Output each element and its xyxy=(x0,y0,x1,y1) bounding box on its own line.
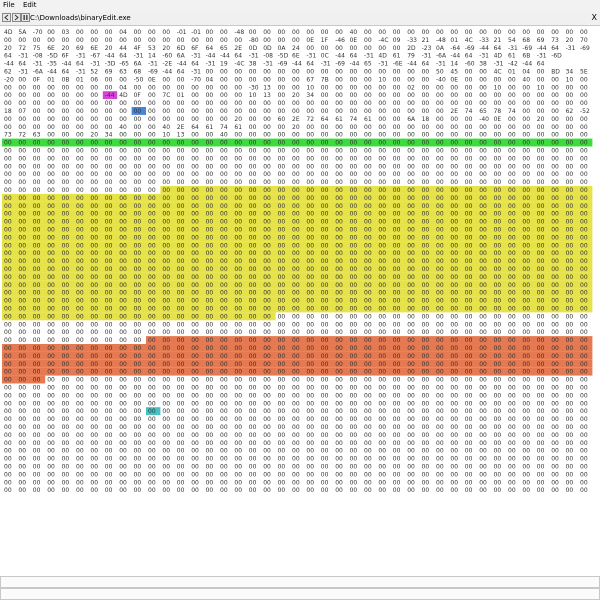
menu-bar: File Edit xyxy=(0,0,600,11)
back-icon[interactable] xyxy=(2,13,11,22)
hex-row[interactable]: 00 00 00 00 00 00 00 00 00 00 00 00 00 00 00 00 00 00 00 00… xyxy=(4,100,588,107)
hex-row[interactable]: 00 00 00 00 00 00 00 00 00 00 00 00 00 00 00 00 00 00 00 00… xyxy=(4,148,588,155)
hex-row[interactable]: 00 00 00 00 00 00 00 00 00 00 00 00 00 00 00 00 00 00 00 00… xyxy=(4,400,588,407)
hex-row[interactable]: 00 00 00 00 00 00 00 00 00 00 00 00 00 00 00 00 00 00 00 00… xyxy=(4,337,588,344)
hex-row[interactable]: 00 00 00 00 00 00 00 00 00 00 00 00 00 00 00 00 00 00 00 00… xyxy=(4,227,588,234)
hex-row[interactable]: 00 00 00 00 00 00 00 00 00 00 00 00 00 00 00 00 00 00 00 00… xyxy=(4,290,588,297)
hex-row[interactable]: -20 00 0F 01 0B 01 06 00 00 -50 0E 00 00 -70 04 00 00 00 0… xyxy=(4,76,588,83)
hex-row[interactable]: 00 00 00 00 00 00 00 00 00 00 00 00 00 00 00 00 00 00 00 00… xyxy=(4,266,588,273)
hex-row[interactable]: 00 00 00 00 00 00 00 00 00 00 00 00 00 00 00 00 00 00 00 00… xyxy=(4,479,588,486)
hex-row[interactable]: 00 00 00 00 00 00 00 00 00 00 00 00 00 00 00 00 00 00 00 00… xyxy=(4,313,588,320)
forward-icon[interactable] xyxy=(12,13,21,22)
hex-row[interactable]: 00 00 00 00 00 00 00 00 00 00 00 00 00 00 00 00 00 -80 00 0… xyxy=(4,37,588,44)
hex-row[interactable]: 18 07 00 00 00 00 00 00 00 00 00 00 00 00 00 00 00 00 00 00… xyxy=(4,108,590,115)
hex-row[interactable]: 00 00 00 00 00 00 00 00 00 00 00 00 00 00 00 00 00 00 00 00… xyxy=(4,361,588,368)
hex-row[interactable]: 00 00 00 00 00 00 00 00 00 00 00 00 00 00 00 00 00 00 00 00… xyxy=(4,377,588,384)
hex-row[interactable]: 73 72 63 00 00 00 20 34 00 00 00 10 13 00 00 40 00 00 00 00… xyxy=(4,132,588,139)
file-path-label: C:\Downloads\binaryEdit.exe xyxy=(30,14,131,22)
hex-row[interactable]: 00 00 00 00 00 00 00 00 00 00 00 00 00 00 00 00 00 00 00 00… xyxy=(4,432,588,439)
hex-view[interactable]: 4D 5A -70 00 03 00 00 00 04 00 00 00 -01 -01 00 00 -48 00… xyxy=(1,27,599,575)
menu-edit[interactable]: Edit xyxy=(20,0,40,11)
hex-row[interactable]: 00 00 00 00 00 00 00 00 00 00 00 00 00 00 00 00 00 00 00 00… xyxy=(4,440,588,447)
hex-row[interactable]: 00 00 00 00 00 00 00 00 00 00 00 00 00 00 00 00 00 00 00 00… xyxy=(4,392,588,399)
hex-row[interactable]: 00 00 00 00 00 00 00 00 00 00 00 00 00 00 00 00 00 00 00 00… xyxy=(4,321,588,328)
hex-row[interactable]: 00 00 00 00 00 00 00 00 40 00 00 40 2E 64 61 74 61 00 00 00… xyxy=(4,124,588,131)
hex-row[interactable]: 00 00 00 00 00 00 00 00 00 00 00 00 00 00 00 00 00 00 00 00… xyxy=(4,329,588,336)
hex-row[interactable]: 00 00 00 00 00 00 00 00 00 00 00 00 00 00 00 00 00 00 00 00… xyxy=(4,163,588,170)
hex-row[interactable]: 00 00 00 00 00 00 00 00 00 00 00 00 00 00 00 00 00 00 00 00… xyxy=(4,424,588,431)
hex-row[interactable]: 00 00 00 00 00 00 00 00 00 00 00 00 00 00 00 00 00 00 00 00… xyxy=(4,258,588,265)
hex-row[interactable]: 4D 5A -70 00 03 00 00 00 04 00 00 00 -01 -01 00 00 -48 00… xyxy=(4,29,588,36)
hex-row[interactable]: 00 00 00 00 00 00 00 00 00 00 00 00 00 00 00 00 00 00 00 00… xyxy=(4,298,588,305)
hex-row[interactable]: 00 00 00 00 00 00 00 00 00 00 00 00 00 00 00 00 00 00 00 00… xyxy=(4,471,588,478)
hex-row[interactable]: 20 72 75 6E 20 69 6E 20 44 4F 53 20 6D 6F 64 65 2E 0D 0D 0A… xyxy=(4,45,590,52)
hex-row[interactable]: 00 00 00 00 00 00 00 00 00 00 00 00 00 00 00 00 00 00 00 00… xyxy=(4,416,588,423)
hex-row[interactable]: 00 00 00 00 00 00 00 00 00 00 00 00 00 00 00 00 00 00 00 00… xyxy=(4,408,588,415)
hex-row[interactable]: 62 -31 -6A -44 64 -31 52 69 63 68 -69 -44 64 -31 00 00 0… xyxy=(4,69,588,76)
menu-file[interactable]: File xyxy=(0,0,18,11)
status-bar-top xyxy=(0,576,600,588)
hex-row[interactable]: 00 00 00 00 00 00 00 00 00 00 00 00 00 00 00 00 00 00 00 00… xyxy=(4,140,588,147)
hex-row[interactable]: 00 00 00 00 00 00 00 00 00 00 00 00 00 00 00 00 00 00 00 00… xyxy=(4,242,588,249)
hex-row[interactable]: 00 00 00 00 00 00 00 -44 4D 0F 00 7C 01 00 00 00 00 10 13 0… xyxy=(4,92,588,99)
hex-row[interactable]: 00 00 00 00 00 00 00 00 00 00 00 00 00 00 00 00 00 00 00 00… xyxy=(4,187,588,194)
hex-row[interactable]: 00 00 00 00 00 00 00 00 00 00 00 00 00 00 00 00 00 00 00 00… xyxy=(4,179,588,186)
status-bar-bottom xyxy=(0,588,600,600)
hex-row[interactable]: 64 -31 -08 -5D 6F -31 -67 -44 64 -31 14 -60 6A -31 -44… xyxy=(4,53,562,60)
hex-grid[interactable]: 4D 5A -70 00 03 00 00 00 04 00 00 00 -01 -01 00 00 -48 00… xyxy=(1,27,599,575)
close-button[interactable]: X xyxy=(592,12,597,24)
hex-row[interactable]: 00 00 00 00 00 00 00 00 00 00 00 00 00 00 00 00 00 00 00 00… xyxy=(4,456,588,463)
hex-row[interactable]: 00 00 00 00 00 00 00 00 00 00 00 00 00 00 00 00 00 00 00 00… xyxy=(4,306,588,313)
hex-row[interactable]: 00 00 00 00 00 00 00 00 00 00 00 00 00 00 00 00 00 00 00 00… xyxy=(4,250,588,257)
hex-row[interactable]: 00 00 00 00 00 00 00 00 00 00 00 00 00 00 00 00 00 00 00 00… xyxy=(4,171,588,178)
toolbar: C:\Downloads\binaryEdit.exe X xyxy=(0,11,600,26)
hex-row[interactable]: 00 00 00 00 00 00 00 00 00 00 00 00 00 00 00 00 00 00 00 00… xyxy=(4,385,588,392)
hex-row[interactable]: 00 00 00 00 00 00 00 00 00 00 00 00 00 00 00 00 00 00 00 00… xyxy=(4,203,588,210)
hex-row[interactable]: 00 00 00 00 00 00 00 00 00 00 00 00 00 00 00 00 00 00 00 00… xyxy=(4,464,588,471)
hex-row[interactable]: 00 00 00 00 00 00 00 00 00 00 00 00 00 00 00 00 00 00 00 00… xyxy=(4,211,588,218)
hex-row[interactable]: 00 00 00 00 00 00 00 00 00 00 00 00 00 00 00 00 00 00 00 00… xyxy=(4,282,588,289)
hex-row[interactable]: 00 00 00 00 00 00 00 00 00 00 00 00 00 00 00 00 00 00 00 00… xyxy=(4,274,588,281)
hex-row[interactable]: 00 00 00 00 00 00 00 00 00 00 00 00 00 00 00 00 00 00 00 00… xyxy=(4,345,588,352)
hex-row[interactable]: -44 64 -31 -35 -44 64 -31 -3D -65 6A -31 -2E -44 64 -3… xyxy=(4,61,545,68)
hex-row[interactable]: 00 00 00 00 00 00 00 00 00 00 00 00 00 00 00 00 00 00 00 00… xyxy=(4,155,588,162)
hex-row[interactable]: 00 00 00 00 00 00 00 00 00 00 00 00 00 00 00 00 00 00 00 00… xyxy=(4,219,588,226)
hex-row[interactable]: 00 00 00 00 00 00 00 00 00 00 00 00 00 00 00 00 00 00 00 00… xyxy=(4,448,588,455)
hex-row[interactable]: 00 00 00 00 00 00 00 00 00 00 00 00 00 00 00 00 00 00 00 00… xyxy=(4,195,588,202)
pause-icon[interactable] xyxy=(21,13,30,22)
hex-row[interactable]: 00 00 00 00 00 00 00 00 00 00 00 00 00 00 00 00 00 00 00 00… xyxy=(4,353,588,360)
hex-row[interactable]: 00 00 00 00 00 00 00 00 00 00 00 00 00 00 00 00 00 00 00 00… xyxy=(4,369,588,376)
hex-row[interactable]: 00 00 00 00 00 00 00 00 00 00 00 00 00 00 00 00 00 00 00 00… xyxy=(4,487,588,494)
hex-row[interactable]: 00 00 00 00 00 00 00 00 00 00 00 00 00 00 00 00 20 00 00 60… xyxy=(4,116,588,123)
hex-row[interactable]: 00 00 00 00 00 00 00 00 00 00 00 00 00 00 00 00 00 00 00 00… xyxy=(4,234,588,241)
hex-row[interactable]: 00 00 00 00 00 00 00 00 04 00 00 00 00 00 00 00 00 -30 13 0… xyxy=(4,84,588,91)
